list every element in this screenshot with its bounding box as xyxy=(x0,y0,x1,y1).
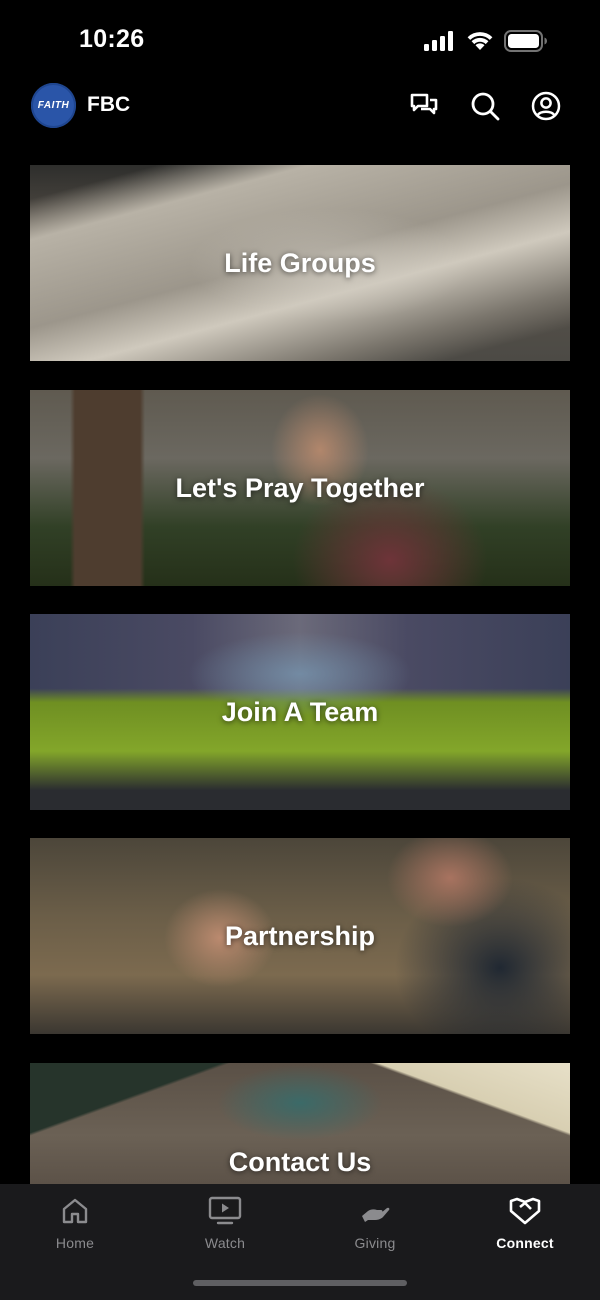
tab-watch[interactable]: Watch xyxy=(175,1196,275,1251)
tab-label: Giving xyxy=(354,1235,396,1251)
card-partnership[interactable]: Partnership xyxy=(30,838,570,1034)
tab-label: Connect xyxy=(496,1235,554,1251)
tab-connect[interactable]: Connect xyxy=(475,1196,575,1251)
handshake-icon xyxy=(509,1197,541,1225)
card-label: Join A Team xyxy=(221,696,379,727)
card-life-groups[interactable]: Life Groups xyxy=(30,165,570,361)
giving-hand-icon xyxy=(362,1207,390,1222)
status-time: 10:26 xyxy=(79,25,145,53)
status-icons xyxy=(424,30,548,52)
chat-bubbles-icon xyxy=(410,93,438,115)
home-indicator[interactable] xyxy=(193,1280,407,1286)
church-logo[interactable]: FAITH xyxy=(31,83,76,128)
card-label: Let's Pray Together xyxy=(175,472,425,503)
app-header: FAITH FBC xyxy=(0,80,600,140)
tab-giving[interactable]: Giving xyxy=(325,1196,425,1251)
wifi-icon xyxy=(467,32,493,50)
card-label: Contact Us xyxy=(228,1147,372,1177)
battery-icon xyxy=(504,30,547,52)
tab-home[interactable]: Home xyxy=(25,1196,125,1251)
tv-play-icon xyxy=(208,1196,242,1225)
card-label: Life Groups xyxy=(224,247,376,278)
search-button[interactable] xyxy=(469,90,501,122)
status-bar: 10:26 xyxy=(0,0,600,80)
card-join-a-team[interactable]: Join A Team xyxy=(30,614,570,810)
tab-label: Home xyxy=(55,1235,95,1251)
search-icon xyxy=(471,92,500,121)
card-label: Partnership xyxy=(224,920,376,951)
card-contact-us[interactable]: Contact Us xyxy=(30,1063,570,1184)
messages-button[interactable] xyxy=(408,90,440,122)
signal-icon xyxy=(424,31,453,51)
profile-button[interactable] xyxy=(530,90,562,122)
logo-text: FAITH xyxy=(37,100,70,111)
card-lets-pray-together[interactable]: Let's Pray Together xyxy=(30,390,570,586)
app-title: FBC xyxy=(87,93,131,116)
profile-icon xyxy=(531,91,561,121)
home-icon xyxy=(62,1198,88,1224)
tab-label: Watch xyxy=(204,1235,246,1251)
